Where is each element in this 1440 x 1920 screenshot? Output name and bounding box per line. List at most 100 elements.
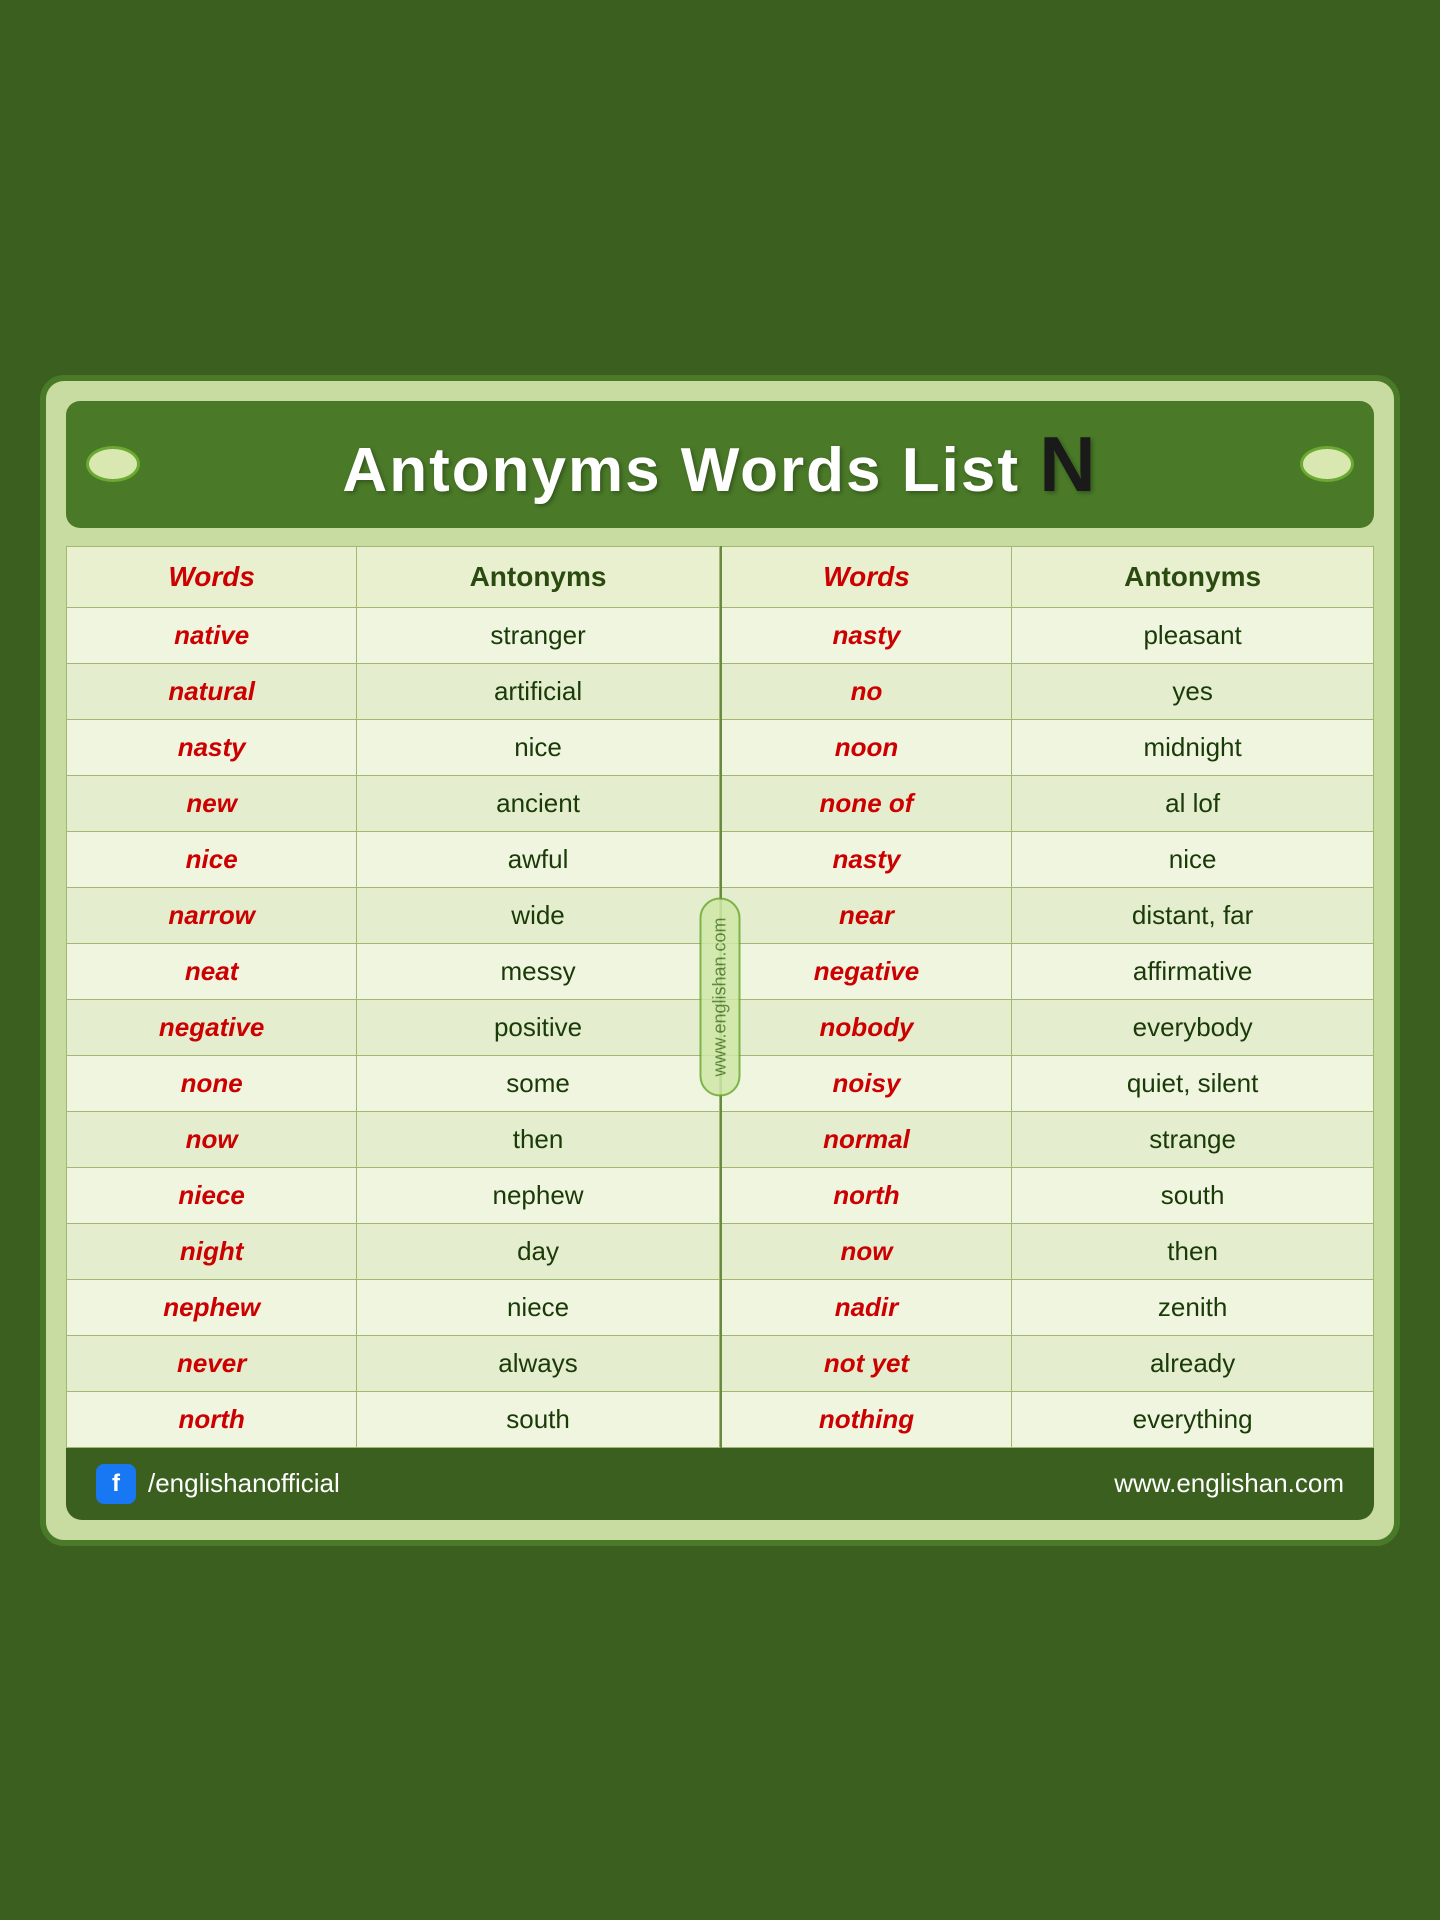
table-row: none some	[67, 1055, 720, 1111]
word-cell: nice	[67, 831, 357, 887]
antonym-cell: yes	[1012, 663, 1374, 719]
antonym-cell: nice	[1012, 831, 1374, 887]
table-row: noon midnight	[721, 719, 1374, 775]
table-row: no yes	[721, 663, 1374, 719]
word-cell: niece	[67, 1167, 357, 1223]
antonym-cell: strange	[1012, 1111, 1374, 1167]
table-row: negative positive	[67, 999, 720, 1055]
antonym-cell: some	[357, 1055, 719, 1111]
table-row: none of al lof	[721, 775, 1374, 831]
oval-right	[1300, 446, 1354, 482]
footer: f /englishanofficial www.englishan.com	[66, 1448, 1374, 1520]
word-cell: nasty	[721, 831, 1012, 887]
title-bar: Antonyms Words List N	[66, 401, 1374, 528]
antonym-cell: messy	[357, 943, 719, 999]
table-row: natural artificial	[67, 663, 720, 719]
word-cell: no	[721, 663, 1012, 719]
word-cell: near	[721, 887, 1012, 943]
table-row: niece nephew	[67, 1167, 720, 1223]
table-row: never always	[67, 1335, 720, 1391]
word-cell: new	[67, 775, 357, 831]
table-row: nadir zenith	[721, 1279, 1374, 1335]
table-row: narrow wide	[67, 887, 720, 943]
word-cell: now	[721, 1223, 1012, 1279]
antonym-cell: nice	[357, 719, 719, 775]
facebook-label: /englishanofficial	[148, 1468, 340, 1499]
word-cell: nephew	[67, 1279, 357, 1335]
table-row: now then	[67, 1111, 720, 1167]
word-cell: north	[67, 1391, 357, 1447]
antonym-cell: stranger	[357, 607, 719, 663]
right-words-header: Words	[721, 546, 1012, 607]
antonym-cell: already	[1012, 1335, 1374, 1391]
word-cell: narrow	[67, 887, 357, 943]
right-table: Words Antonyms nasty pleasant no yes noo…	[720, 546, 1374, 1448]
word-cell: noisy	[721, 1055, 1012, 1111]
antonym-cell: nephew	[357, 1167, 719, 1223]
antonym-cell: then	[1012, 1223, 1374, 1279]
word-cell: normal	[721, 1111, 1012, 1167]
word-cell: native	[67, 607, 357, 663]
antonym-cell: south	[357, 1391, 719, 1447]
left-antonyms-header: Antonyms	[357, 546, 719, 607]
word-cell: neat	[67, 943, 357, 999]
oval-left	[86, 446, 140, 482]
antonym-cell: artificial	[357, 663, 719, 719]
table-row: nephew niece	[67, 1279, 720, 1335]
word-cell: nothing	[721, 1391, 1012, 1447]
table-row: near distant, far	[721, 887, 1374, 943]
table-row: north south	[67, 1391, 720, 1447]
word-cell: noon	[721, 719, 1012, 775]
antonym-cell: quiet, silent	[1012, 1055, 1374, 1111]
left-table: Words Antonyms native stranger natural a…	[66, 546, 720, 1448]
title-letter: N	[1039, 420, 1097, 508]
antonym-cell: day	[357, 1223, 719, 1279]
page-title: Antonyms Words List N	[342, 419, 1097, 510]
table-row: normal strange	[721, 1111, 1374, 1167]
table-row: nasty nice	[721, 831, 1374, 887]
table-row: north south	[721, 1167, 1374, 1223]
word-cell: night	[67, 1223, 357, 1279]
left-words-header: Words	[67, 546, 357, 607]
table-row: negative affirmative	[721, 943, 1374, 999]
footer-left: f /englishanofficial	[96, 1464, 340, 1504]
table-row: not yet already	[721, 1335, 1374, 1391]
antonym-cell: midnight	[1012, 719, 1374, 775]
word-cell: nadir	[721, 1279, 1012, 1335]
antonym-cell: then	[357, 1111, 719, 1167]
word-cell: none of	[721, 775, 1012, 831]
word-cell: nasty	[721, 607, 1012, 663]
antonym-cell: zenith	[1012, 1279, 1374, 1335]
antonym-cell: always	[357, 1335, 719, 1391]
antonym-cell: distant, far	[1012, 887, 1374, 943]
word-cell: negative	[721, 943, 1012, 999]
antonym-cell: ancient	[357, 775, 719, 831]
word-cell: never	[67, 1335, 357, 1391]
word-cell: nasty	[67, 719, 357, 775]
table-row: neat messy	[67, 943, 720, 999]
antonym-cell: affirmative	[1012, 943, 1374, 999]
card: Antonyms Words List N Words Antonyms nat…	[40, 375, 1400, 1546]
footer-website: www.englishan.com	[1114, 1468, 1344, 1499]
table-row: now then	[721, 1223, 1374, 1279]
table-row: native stranger	[67, 607, 720, 663]
word-cell: none	[67, 1055, 357, 1111]
word-cell: natural	[67, 663, 357, 719]
table-row: nasty pleasant	[721, 607, 1374, 663]
table-row: nobody everybody	[721, 999, 1374, 1055]
antonym-cell: wide	[357, 887, 719, 943]
table-row: night day	[67, 1223, 720, 1279]
table-row: new ancient	[67, 775, 720, 831]
antonym-cell: al lof	[1012, 775, 1374, 831]
antonym-cell: south	[1012, 1167, 1374, 1223]
antonym-cell: everything	[1012, 1391, 1374, 1447]
table-row: nice awful	[67, 831, 720, 887]
table-row: nothing everything	[721, 1391, 1374, 1447]
title-text: Antonyms Words List	[342, 436, 1039, 505]
antonym-cell: positive	[357, 999, 719, 1055]
table-row: nasty nice	[67, 719, 720, 775]
right-antonyms-header: Antonyms	[1012, 546, 1374, 607]
word-cell: not yet	[721, 1335, 1012, 1391]
tables-wrapper: Words Antonyms native stranger natural a…	[66, 546, 1374, 1448]
word-cell: now	[67, 1111, 357, 1167]
